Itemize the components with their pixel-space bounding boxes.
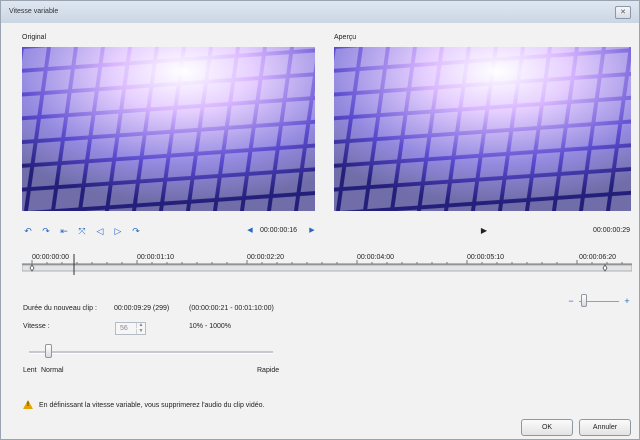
preview-timecode: 00:00:00:29	[593, 227, 630, 234]
remove-keyframe-icon[interactable]: ⇤	[59, 226, 69, 236]
warning-text: En définissant la vitesse variable, vous…	[39, 402, 265, 409]
next-frame-icon[interactable]: ▶	[307, 226, 317, 236]
speed-slider-track[interactable]	[29, 351, 273, 354]
speed-stepper[interactable]: 56 ▲ ▼	[115, 322, 146, 335]
title-bar: Vitesse variable ✕	[1, 1, 639, 23]
previous-frame-icon[interactable]: ◀	[245, 226, 255, 236]
slow-label: Lent	[23, 367, 37, 374]
ok-button[interactable]: OK	[521, 419, 573, 436]
preview-video	[334, 47, 631, 211]
original-timecode: 00:00:00:16	[260, 227, 297, 234]
reverse-keyframe-icon[interactable]: ⤧	[77, 226, 87, 236]
variable-speed-dialog: Vitesse variable ✕ Original Aperçu ↶ ↷ ⇤…	[0, 0, 640, 440]
redo-icon[interactable]: ↷	[131, 226, 141, 236]
speed-down-arrow-icon[interactable]: ▼	[136, 329, 145, 334]
duration-range: (00:00:00:21 - 00:01:10:00)	[189, 305, 274, 312]
timeline-label-4: 00:00:05:10	[467, 254, 504, 261]
timeline-ruler[interactable]	[22, 250, 632, 280]
play-button[interactable]: ▶	[479, 226, 489, 236]
cancel-button[interactable]: Annuler	[579, 419, 631, 436]
speed-range: 10% - 1000%	[189, 323, 232, 330]
zoom-slider-thumb[interactable]	[581, 294, 587, 307]
timeline-label-3: 00:00:04:00	[357, 254, 394, 261]
timeline-label-1: 00:00:01:10	[137, 254, 174, 261]
zoom-in-button[interactable]: +	[622, 296, 632, 306]
window-title: Vitesse variable	[9, 8, 59, 15]
timeline-label-5: 00:00:06:20	[579, 254, 616, 261]
fast-label: Rapide	[257, 367, 280, 374]
speed-slider-thumb[interactable]	[45, 344, 52, 358]
previous-keyframe-icon[interactable]: ◁	[95, 226, 105, 236]
duration-label: Durée du nouveau clip :	[23, 305, 97, 312]
original-label: Original	[22, 34, 47, 41]
duration-value: 00:00:09:29 (299)	[114, 305, 170, 312]
speed-label: Vitesse :	[23, 323, 50, 330]
undo-icon[interactable]: ↶	[23, 226, 33, 236]
close-button[interactable]: ✕	[615, 6, 631, 19]
timeline-label-0: 00:00:00:00	[32, 254, 69, 261]
timeline-label-2: 00:00:02:20	[247, 254, 284, 261]
next-keyframe-icon[interactable]: ▷	[113, 226, 123, 236]
speed-value: 56	[120, 325, 128, 332]
zoom-out-button[interactable]: −	[566, 296, 576, 306]
normal-label: Normal	[41, 367, 64, 374]
preview-label: Aperçu	[334, 34, 357, 41]
original-video-preview	[22, 47, 315, 211]
add-keyframe-icon[interactable]: ↷	[41, 226, 51, 236]
warning-exclamation: !	[27, 402, 29, 408]
